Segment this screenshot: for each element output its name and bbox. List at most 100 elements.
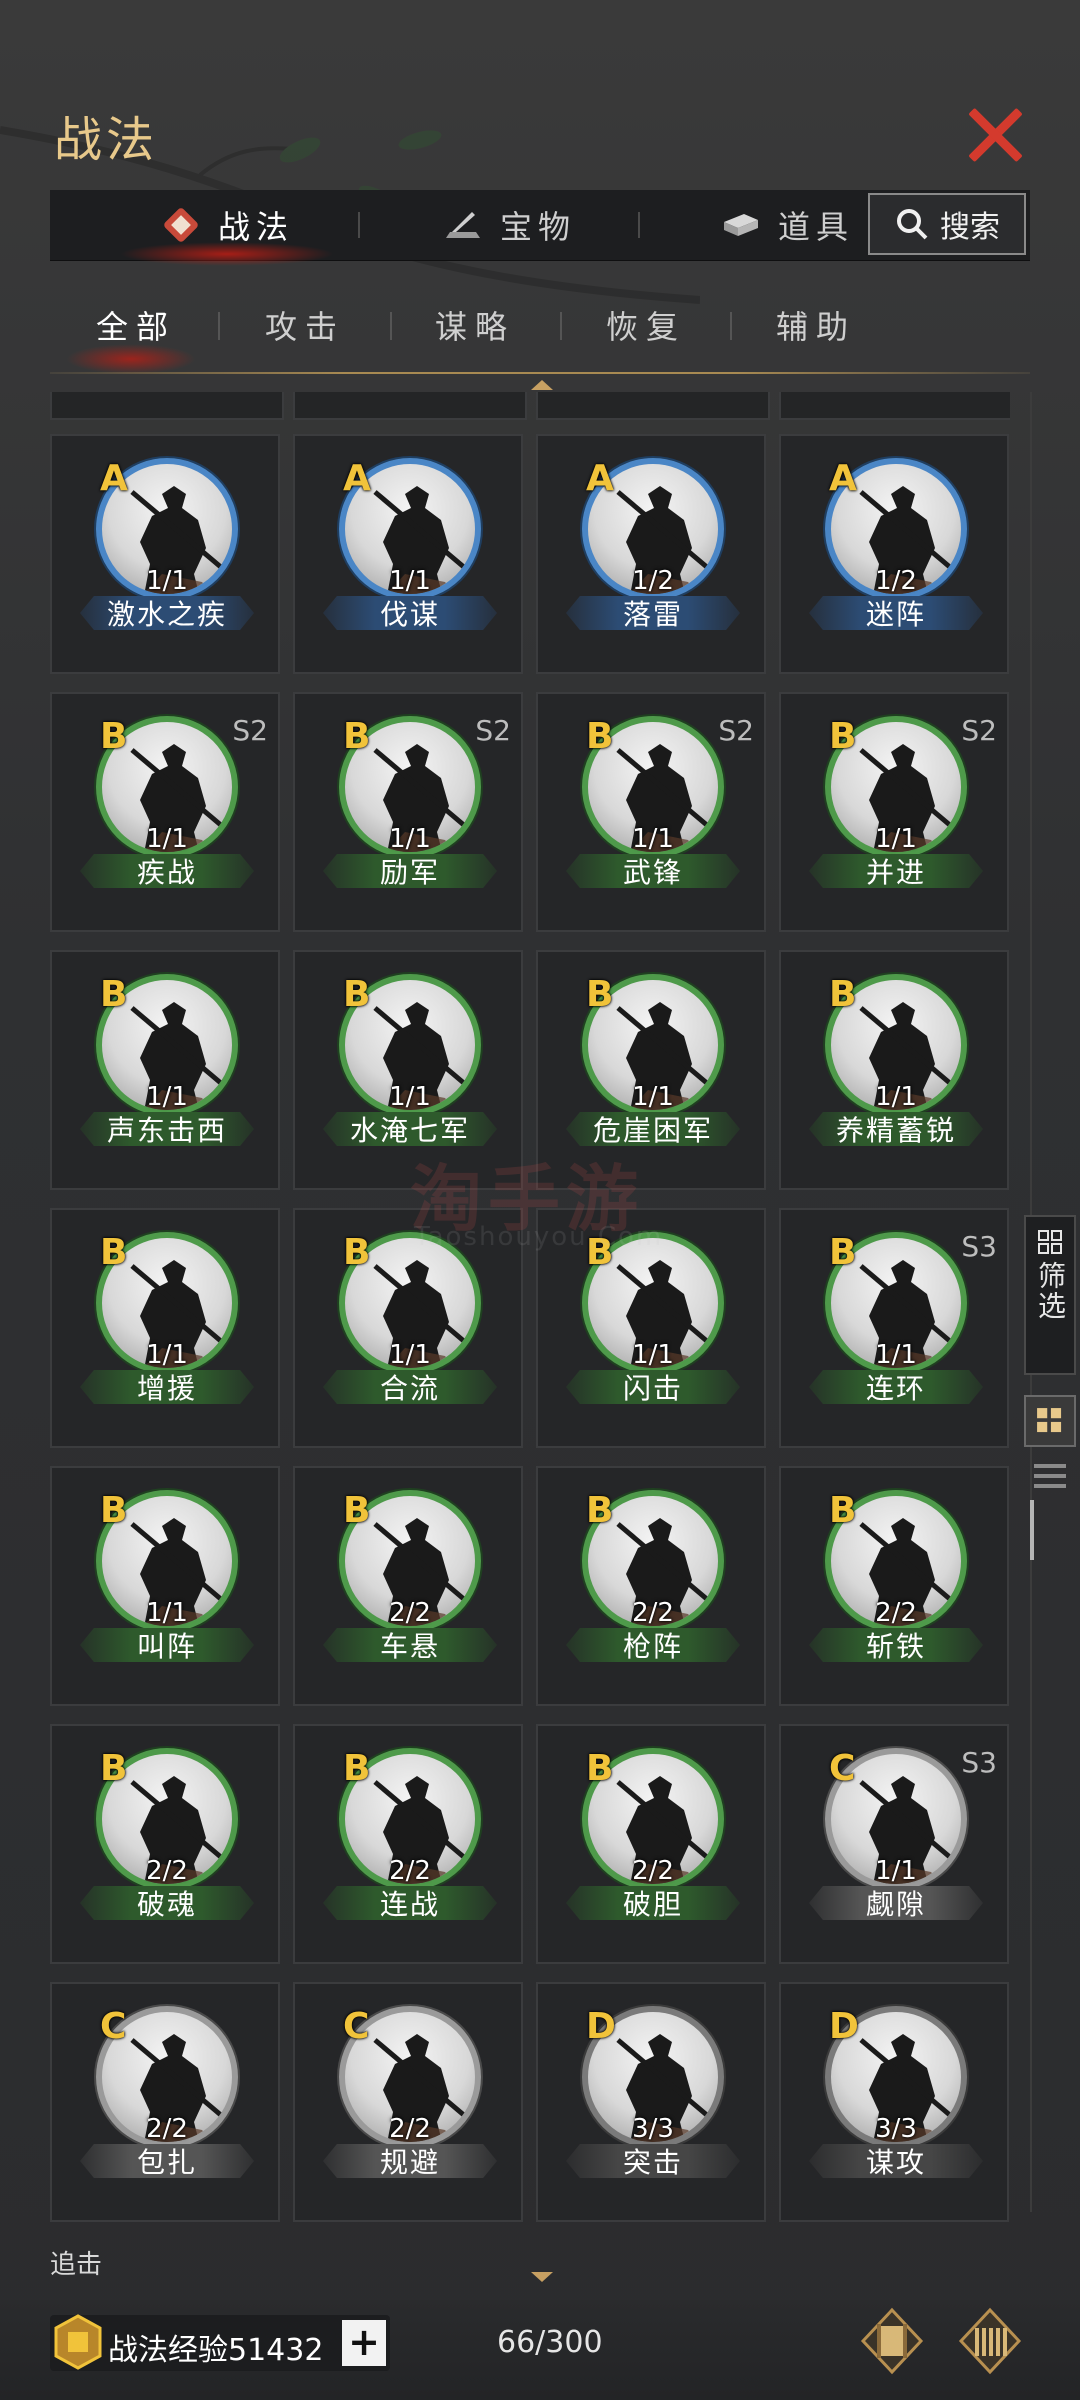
tactic-card[interactable]: B 2/2 枪阵 (536, 1466, 766, 1706)
tactic-card[interactable]: B S2 1/1 并进 (779, 692, 1009, 932)
next-section-label: 追击 (50, 2250, 103, 2280)
subtab-divider (560, 312, 562, 340)
tactic-card[interactable]: C S3 1/1 觑隙 (779, 1724, 1009, 1964)
tactic-count: 1/1 (875, 1856, 917, 1886)
search-button[interactable]: 搜索 (868, 193, 1026, 255)
tab-tactics-label: 战法 (218, 208, 295, 246)
season-tag: S2 (718, 714, 754, 747)
partial-card (536, 392, 770, 420)
filter-icon (1038, 1230, 1062, 1254)
item-icon (724, 214, 758, 236)
tactics-grid[interactable]: A 1/1 激水之疾 A 1/1 伐谋 A 1/2 落雷 A 1/2 迷阵 B S2 1/1 疾战 B S2 1/1… (50, 392, 1010, 2222)
scroll-down-icon[interactable] (531, 2272, 553, 2282)
exp-icon (54, 2314, 102, 2370)
tactic-card[interactable]: B 1/1 声东击西 (50, 950, 280, 1190)
close-button[interactable] (965, 105, 1025, 165)
partial-row (50, 392, 1010, 420)
add-exp-button[interactable]: + (342, 2320, 386, 2366)
grade-badge: D (586, 2006, 616, 2047)
tactic-card[interactable]: D 3/3 谋攻 (779, 1982, 1009, 2222)
tactic-name: 破胆 (566, 1886, 740, 1920)
tactic-card[interactable]: B S2 1/1 励军 (293, 692, 523, 932)
tactic-card[interactable]: A 1/2 落雷 (536, 434, 766, 674)
subtab-support[interactable]: 辅助 (776, 302, 856, 348)
tactic-count: 2/2 (632, 1856, 674, 1886)
tactic-card[interactable]: A 1/1 伐谋 (293, 434, 523, 674)
grade-badge: A (343, 458, 371, 499)
grade-badge: C (343, 2006, 370, 2047)
grade-badge: B (829, 716, 857, 757)
subtab-attack[interactable]: 攻击 (265, 302, 345, 348)
tactic-name: 闪击 (566, 1370, 740, 1404)
tactic-name: 连环 (809, 1370, 983, 1404)
tactic-name: 武锋 (566, 854, 740, 888)
watermark-sub: Taoshouyou.Com (414, 1222, 664, 1252)
scroll-up-icon[interactable] (531, 380, 553, 390)
tactic-name: 养精蓄锐 (809, 1112, 983, 1146)
grade-badge: B (586, 1490, 614, 1531)
tactic-count: 1/2 (632, 566, 674, 596)
tab-divider (358, 212, 360, 238)
filter-button[interactable]: 筛选 (1024, 1215, 1076, 1375)
bamboo-scroll-button[interactable] (955, 2306, 1025, 2376)
treasure-icon (446, 212, 480, 238)
subtab-divider (390, 312, 392, 340)
subtab-recovery[interactable]: 恢复 (606, 302, 686, 348)
tactic-card[interactable]: D 3/3 突击 (536, 1982, 766, 2222)
tactic-card[interactable]: B 1/1 养精蓄锐 (779, 950, 1009, 1190)
tactic-name: 规避 (323, 2144, 497, 2178)
tactic-card[interactable]: B S2 1/1 疾战 (50, 692, 280, 932)
grid-view-button[interactable] (1024, 1395, 1076, 1447)
grade-badge: C (100, 2006, 127, 2047)
list-view-icon[interactable] (1030, 1460, 1070, 1494)
tab-treasure[interactable]: 宝物 (442, 190, 576, 260)
tactic-card[interactable]: B 2/2 连战 (293, 1724, 523, 1964)
season-tag: S2 (961, 714, 997, 747)
tactic-card[interactable]: B S3 1/1 连环 (779, 1208, 1009, 1448)
page-title: 战法 (54, 112, 159, 168)
divider-line (50, 372, 1030, 374)
tactic-name: 增援 (80, 1370, 254, 1404)
tactic-card[interactable]: A 1/1 激水之疾 (50, 434, 280, 674)
grade-badge: B (343, 1232, 371, 1273)
season-tag: S2 (232, 714, 268, 747)
scroll-book-button[interactable] (857, 2306, 927, 2376)
tactic-card[interactable]: B 2/2 破魂 (50, 1724, 280, 1964)
subtab-all[interactable]: 全部 (65, 302, 197, 374)
tactic-name: 合流 (323, 1370, 497, 1404)
tab-divider (638, 212, 640, 238)
tactic-card[interactable]: A 1/2 迷阵 (779, 434, 1009, 674)
tab-items[interactable]: 道具 (720, 190, 854, 260)
grade-badge: B (343, 1748, 371, 1789)
search-label: 搜索 (940, 210, 1000, 245)
season-tag: S3 (961, 1746, 997, 1779)
partial-card (293, 392, 527, 420)
tactic-count: 2/2 (389, 2114, 431, 2144)
grade-badge: A (100, 458, 128, 499)
tactic-count: 1/1 (389, 824, 431, 854)
scrollbar-thumb[interactable] (1030, 1500, 1034, 1560)
grade-badge: B (829, 974, 857, 1015)
tactic-card[interactable]: B 1/1 增援 (50, 1208, 280, 1448)
tactic-card[interactable]: B 1/1 叫阵 (50, 1466, 280, 1706)
tactic-card[interactable]: B 2/2 斩铁 (779, 1466, 1009, 1706)
tactic-count: 1/1 (875, 1082, 917, 1112)
grade-badge: B (586, 716, 614, 757)
grade-badge: C (829, 1748, 856, 1789)
tactic-card[interactable]: C 2/2 包扎 (50, 1982, 280, 2222)
tactic-count: 1/1 (632, 1340, 674, 1370)
tab-tactics[interactable]: 战法 (119, 190, 335, 266)
subtab-strategy[interactable]: 谋略 (435, 302, 515, 348)
tactic-name: 车悬 (323, 1628, 497, 1662)
tactic-card[interactable]: C 2/2 规避 (293, 1982, 523, 2222)
tactic-card[interactable]: B 2/2 车悬 (293, 1466, 523, 1706)
grade-badge: B (343, 1490, 371, 1531)
tactic-count: 1/1 (146, 824, 188, 854)
tactic-card[interactable]: B 2/2 破胆 (536, 1724, 766, 1964)
tactic-name: 破魂 (80, 1886, 254, 1920)
season-tag: S2 (475, 714, 511, 747)
tactic-name: 连战 (323, 1886, 497, 1920)
grade-badge: D (829, 2006, 859, 2047)
tactic-count: 3/3 (632, 2114, 674, 2144)
tactic-card[interactable]: B S2 1/1 武锋 (536, 692, 766, 932)
